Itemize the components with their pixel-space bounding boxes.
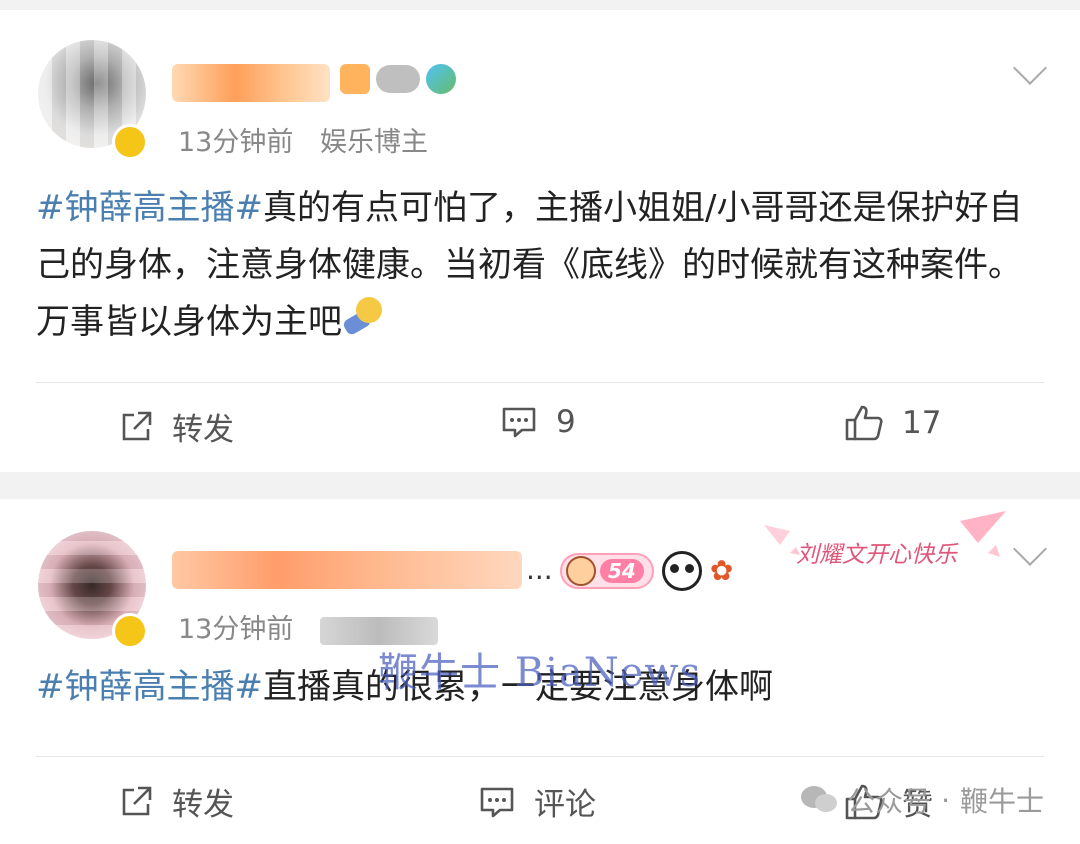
post-meta: 13分钟前 娱乐博主 <box>178 120 428 159</box>
user-badges <box>340 64 456 94</box>
comment-label: 评论 <box>534 787 596 823</box>
username[interactable] <box>172 64 330 102</box>
footer-name: 鞭牛士 <box>959 785 1044 818</box>
repost-label: 转发 <box>172 412 234 448</box>
fan-badge-level: 54 <box>600 559 644 583</box>
sleep-emoji-icon <box>341 297 384 339</box>
user-role: 娱乐博主 <box>319 127 428 158</box>
comment-count: 9 <box>556 404 576 440</box>
comment-button[interactable]: 9 <box>500 404 576 440</box>
koi-fish-icon: ✿ <box>709 554 734 587</box>
verified-badge-icon <box>112 613 148 649</box>
post-time: 13分钟前 <box>178 614 294 645</box>
like-count: 17 <box>902 405 942 441</box>
doll-icon <box>566 556 596 586</box>
verified-badge-icon <box>112 124 148 160</box>
username-ellipsis: ... <box>526 553 553 586</box>
comment-icon <box>480 787 514 817</box>
level-badge-icon <box>376 65 420 93</box>
member-badge-icon <box>340 64 370 94</box>
comment-icon <box>502 407 536 438</box>
footer-separator: · <box>941 783 950 817</box>
watermark: 鞭牛士 BiaNews <box>378 650 702 696</box>
repost-button[interactable]: 转发 <box>118 779 234 824</box>
post-time: 13分钟前 <box>178 127 294 158</box>
like-button[interactable]: 17 <box>844 404 941 442</box>
post-body: #钟薛高主播#真的有点可怕了，主播小姐姐/小哥哥还是保护好自己的身体，注意身体健… <box>36 180 1044 351</box>
divider <box>36 382 1044 383</box>
chevron-down-icon[interactable] <box>1013 51 1047 85</box>
footer-source: 公众号 <box>847 785 932 818</box>
repost-icon <box>122 411 152 440</box>
card-sticker: 刘耀文开心快乐 <box>760 505 1010 575</box>
divider <box>36 756 1044 757</box>
repost-button[interactable]: 转发 <box>118 404 234 449</box>
hashtag-link[interactable]: #钟薛高主播# <box>36 667 263 707</box>
hashtag-link[interactable]: #钟薛高主播# <box>36 188 263 228</box>
panda-icon <box>661 551 702 591</box>
sticker-text: 刘耀文开心快乐 <box>796 542 957 568</box>
comment-button[interactable]: 评论 <box>478 779 596 824</box>
vip-badge-icon <box>426 64 456 94</box>
footer-watermark: 公众号 · 鞭牛士 <box>801 780 1044 820</box>
repost-icon <box>122 786 152 815</box>
repost-label: 转发 <box>172 787 234 823</box>
post-card[interactable]: 13分钟前 娱乐博主 #钟薛高主播#真的有点可怕了，主播小姐姐/小哥哥还是保护好… <box>0 10 1080 472</box>
username[interactable] <box>172 551 522 589</box>
thumbs-up-icon <box>845 405 883 441</box>
wechat-icon <box>801 784 839 816</box>
chevron-down-icon[interactable] <box>1013 532 1047 566</box>
fan-badge: 54 <box>560 553 654 589</box>
user-badges: 54 ✿ <box>560 551 740 591</box>
